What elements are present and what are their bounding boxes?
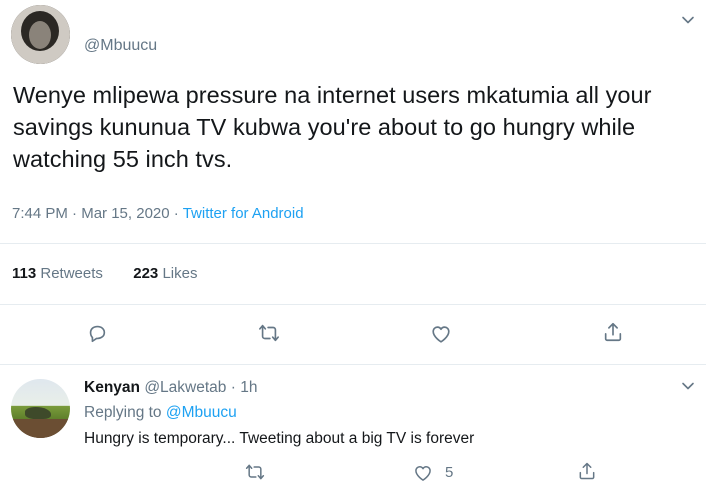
heart-icon[interactable] (430, 323, 452, 345)
reply-separator: · (230, 379, 236, 396)
divider (0, 304, 706, 305)
meta-separator: · (72, 205, 78, 222)
reply-text: Hungry is temporary... Tweeting about a … (84, 430, 475, 447)
tweet-date[interactable]: Mar 15, 2020 (81, 205, 169, 222)
heart-icon[interactable] (413, 463, 433, 483)
like-count: 223 (133, 265, 159, 282)
reply-icon[interactable] (86, 322, 108, 344)
retweet-label: Retweets (40, 265, 103, 282)
avatar-scene (25, 407, 51, 419)
tweet-stats: 113 Retweets 223 Likes (12, 265, 197, 282)
reply-avatar[interactable] (11, 379, 70, 438)
chevron-down-icon[interactable] (681, 13, 695, 27)
avatar-ground (13, 419, 68, 438)
retweet-icon[interactable] (245, 462, 265, 482)
reply-like-count: 5 (445, 464, 454, 481)
tweet-meta: 7:44 PM · Mar 15, 2020 · Twitter for And… (12, 205, 304, 222)
author-avatar[interactable] (11, 5, 70, 64)
tweet-time[interactable]: 7:44 PM (12, 205, 68, 222)
avatar-face (29, 21, 51, 49)
divider (0, 243, 706, 244)
share-icon[interactable] (602, 321, 624, 343)
likes-stat[interactable]: 223 Likes (133, 265, 197, 282)
author-handle[interactable]: @Mbuucu (84, 37, 157, 55)
tweet-source-link[interactable]: Twitter for Android (183, 205, 304, 222)
tweet-text: Wenye mlipewa pressure na internet users… (13, 82, 652, 172)
like-label: Likes (162, 265, 198, 282)
reply-display-name[interactable]: Kenyan (84, 379, 140, 396)
chevron-down-icon[interactable] (681, 379, 695, 393)
reply-handle[interactable]: @Lakwetab (144, 379, 226, 396)
divider (0, 364, 706, 365)
replying-to-link[interactable]: @Mbuucu (166, 404, 237, 421)
reply-header: Kenyan @Lakwetab · 1h (84, 379, 257, 397)
share-icon[interactable] (577, 461, 597, 481)
retweet-count: 113 (12, 265, 37, 282)
reply-age[interactable]: 1h (240, 379, 257, 396)
replying-to: Replying to @Mbuucu (84, 404, 237, 422)
retweets-stat[interactable]: 113 Retweets (12, 265, 103, 282)
meta-separator: · (173, 205, 179, 222)
retweet-icon[interactable] (258, 322, 280, 344)
replying-prefix: Replying to (84, 404, 162, 421)
